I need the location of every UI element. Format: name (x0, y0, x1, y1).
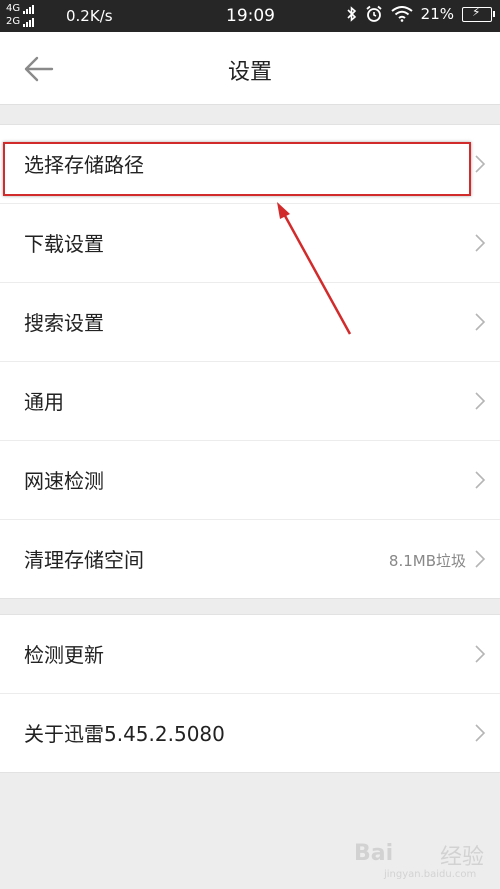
clock: 19:09 (226, 6, 275, 26)
setting-clean-storage[interactable]: 清理存储空间 8.1MB垃圾 (0, 519, 500, 598)
setting-general[interactable]: 通用 (0, 361, 500, 440)
bluetooth-icon (347, 6, 356, 22)
setting-label: 通用 (24, 390, 64, 414)
battery-percent: 21% (420, 5, 454, 23)
signal-icon-2 (23, 17, 35, 27)
setting-label: 清理存储空间 (24, 548, 144, 572)
setting-label: 网速检测 (24, 469, 104, 493)
network-2g-label: 2G (6, 16, 21, 27)
status-bar: 4G 2G 0.2K/s 19:09 21% ⚡ (0, 0, 500, 32)
chevron-right-icon (475, 392, 486, 410)
network-indicator: 4G 2G (6, 2, 35, 28)
network-4g-label: 4G (6, 3, 21, 14)
chevron-right-icon (475, 471, 486, 489)
setting-search[interactable]: 搜索设置 (0, 282, 500, 361)
setting-about[interactable]: 关于迅雷5.45.2.5080 (0, 693, 500, 772)
baidu-watermark: Bai 经验 jingyan.baidu.com (354, 835, 494, 885)
status-icons: 21% ⚡ (347, 5, 495, 23)
setting-label: 下载设置 (24, 232, 104, 256)
setting-speed-test[interactable]: 网速检测 (0, 440, 500, 519)
app-header: 设置 (0, 32, 500, 105)
settings-group-about: 检测更新 关于迅雷5.45.2.5080 (0, 614, 500, 773)
chevron-right-icon (475, 550, 486, 568)
battery-icon: ⚡ (462, 5, 495, 22)
chevron-right-icon (475, 724, 486, 742)
chevron-right-icon (475, 234, 486, 252)
alarm-icon (366, 5, 382, 22)
highlight-box (3, 142, 471, 196)
chevron-right-icon (475, 155, 486, 173)
setting-label: 搜索设置 (24, 311, 104, 335)
chevron-right-icon (475, 645, 486, 663)
network-speed: 0.2K/s (66, 7, 113, 25)
setting-check-update[interactable]: 检测更新 (0, 615, 500, 693)
setting-download[interactable]: 下载设置 (0, 203, 500, 282)
page-title: 设置 (227, 60, 272, 85)
wifi-icon (391, 6, 413, 22)
setting-label: 检测更新 (24, 643, 104, 667)
signal-icon (23, 4, 35, 14)
junk-size-value: 8.1MB垃圾 (388, 552, 466, 570)
watermark-logo: Bai (354, 841, 394, 866)
setting-label: 关于迅雷5.45.2.5080 (24, 722, 225, 746)
chevron-right-icon (475, 313, 486, 331)
watermark-logo-text: 经验 (440, 845, 485, 870)
watermark-url: jingyan.baidu.com (384, 869, 477, 880)
